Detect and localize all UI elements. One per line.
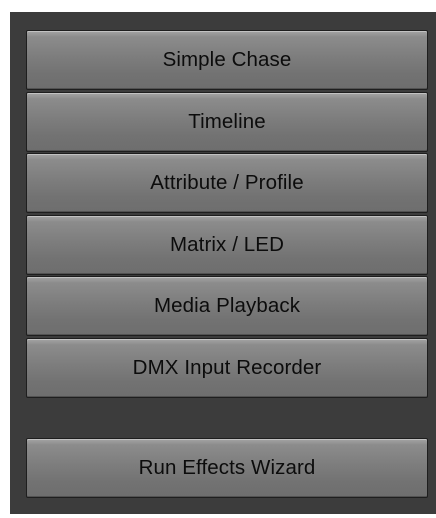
dmx-input-recorder-button[interactable]: DMX Input Recorder <box>26 337 428 398</box>
run-effects-wizard-button[interactable]: Run Effects Wizard <box>26 438 428 498</box>
attribute-profile-label: Attribute / Profile <box>150 171 304 194</box>
timeline-label: Timeline <box>188 109 266 133</box>
simple-chase-label: Simple Chase <box>162 48 292 71</box>
media-playback-button[interactable]: Media Playback <box>26 276 428 336</box>
simple-chase-button[interactable]: Simple Chase <box>26 30 428 90</box>
effects-menu-list: Simple Chase Timeline Attribute / Profil… <box>26 30 428 399</box>
matrix-led-label: Matrix / LED <box>170 232 284 256</box>
attribute-profile-button[interactable]: Attribute / Profile <box>26 153 428 213</box>
matrix-led-button[interactable]: Matrix / LED <box>26 214 428 275</box>
run-effects-wizard-label: Run Effects Wizard <box>138 456 316 479</box>
effects-panel: Simple Chase Timeline Attribute / Profil… <box>10 12 436 514</box>
timeline-button[interactable]: Timeline <box>26 91 428 152</box>
dmx-input-recorder-label: DMX Input Recorder <box>132 355 322 379</box>
media-playback-label: Media Playback <box>153 294 301 317</box>
